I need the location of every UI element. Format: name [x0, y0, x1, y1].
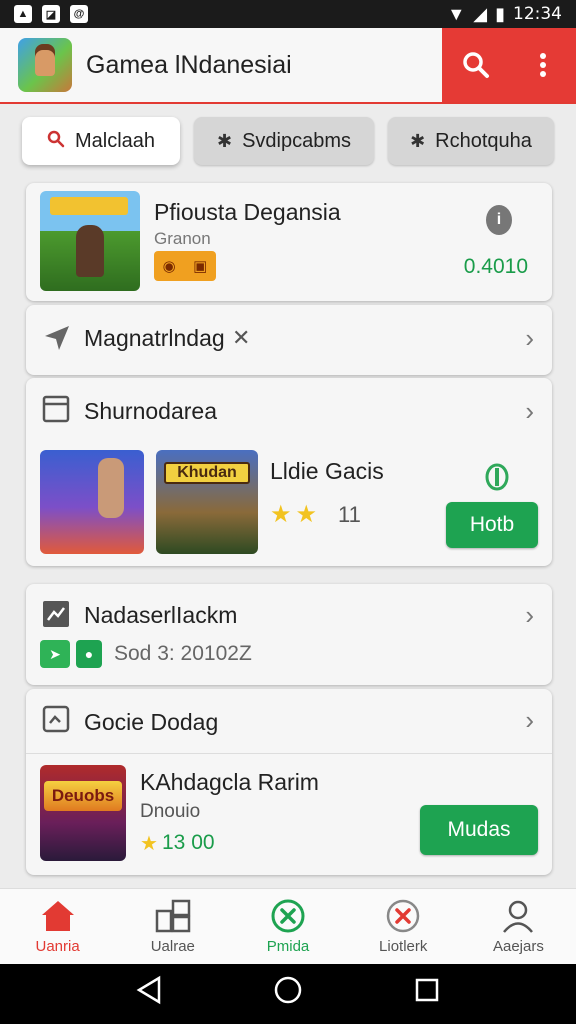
- nav-item-apps[interactable]: Ualrae: [115, 889, 230, 964]
- nav-label: Aaejars: [492, 938, 544, 955]
- thumbnail-title: Deuobs: [44, 781, 122, 811]
- clock: 12:34: [513, 4, 562, 24]
- calendar-icon: [42, 394, 70, 431]
- gear-icon: ✱: [216, 130, 233, 151]
- recents-icon[interactable]: [407, 977, 447, 1011]
- nav-label: Liotlerk: [379, 938, 428, 955]
- nav-item-games[interactable]: Pmida: [230, 889, 345, 964]
- featured-game-card[interactable]: Pfiousta Degansia Granon ◉ ▣ i 0.4010: [26, 183, 552, 301]
- thumbnail-title: Khudan: [164, 462, 250, 484]
- chevron-right-icon: ›: [525, 600, 534, 630]
- gamepad-icon: [484, 462, 510, 499]
- app-logo: [18, 38, 72, 92]
- nav-item-profile[interactable]: Aaejars: [461, 889, 576, 964]
- bottom-navigation: Uanria Ualrae Pmida Liotlerk Aaejars: [0, 888, 576, 964]
- search-icon[interactable]: [456, 45, 496, 85]
- more-options-icon[interactable]: [523, 45, 563, 85]
- record-icon: ●: [76, 640, 102, 668]
- play-button[interactable]: Hotb: [446, 502, 538, 548]
- image-icon: [42, 600, 70, 635]
- game-thumbnail: [40, 191, 140, 291]
- featured-value: 0.4010: [463, 255, 528, 278]
- section-title: Shurnodarea: [84, 398, 217, 424]
- coin-icon: ◉: [162, 258, 176, 275]
- featured-title: Pfiousta Degansia: [154, 199, 341, 225]
- signal-icon: ◢: [473, 3, 488, 24]
- gear-icon: ✱: [410, 130, 426, 151]
- nav-label: Ualrae: [150, 938, 195, 955]
- game-subtitle: Dnouio: [140, 801, 201, 822]
- close-circle-icon: [270, 898, 306, 934]
- system-status: ▼ ◢ ▮ 12:34: [447, 4, 562, 25]
- chevron-right-icon[interactable]: ›: [525, 396, 534, 427]
- game-title: Lldie Gacis: [270, 458, 384, 484]
- chip-label: Svdipcabms: [242, 129, 352, 152]
- row-news[interactable]: NadaserlIackm › ➤ ● Sod 3: 20102Z: [26, 584, 552, 685]
- rating-stars: ★★: [270, 501, 322, 528]
- badge-group: ◉ ▣: [154, 251, 216, 281]
- battery-icon: ▮: [495, 3, 505, 24]
- chevron-right-icon[interactable]: ›: [525, 705, 534, 736]
- nav-label: Uanria: [35, 938, 80, 955]
- section-title: Gocie Dodag: [84, 709, 219, 735]
- game-title: KAhdagcla Rarim: [140, 769, 319, 795]
- chip-filter[interactable]: ✱ Svdipcabms: [194, 117, 374, 165]
- nav-item-library[interactable]: Liotlerk: [346, 889, 461, 964]
- app-bar-actions: [442, 28, 576, 102]
- row-navigation[interactable]: Magnatrlndag ✕ ›: [26, 305, 552, 375]
- featured-subtitle: Granon: [154, 229, 211, 248]
- bag-icon: ▣: [193, 258, 208, 275]
- chevron-right-icon: ›: [525, 323, 534, 353]
- close-circle-icon: [385, 898, 421, 934]
- apps-icon: [155, 898, 191, 934]
- notification-icon: @: [70, 5, 88, 23]
- rating-value: 13 00: [162, 831, 215, 854]
- row-title: NadaserlIackm: [84, 602, 238, 628]
- install-button[interactable]: Mudas: [420, 805, 538, 855]
- divider: [26, 753, 552, 754]
- section-google: Gocie Dodag › Deuobs KAhdagcla Rarim Dno…: [26, 689, 552, 875]
- search-icon: [47, 130, 65, 153]
- close-icon[interactable]: ✕: [232, 325, 250, 351]
- filter-chips: Malclaah ✱ Svdipcabms ✱ Rchotquha: [22, 117, 554, 165]
- wifi-icon: ▼: [447, 3, 466, 24]
- status-bar: ▲ ◪ @ ▼ ◢ ▮ 12:34: [0, 0, 576, 28]
- row-value: Sod 3: 20102Z: [114, 642, 252, 665]
- nav-label: Pmida: [266, 938, 310, 955]
- notification-icon: ▲: [14, 5, 32, 23]
- photo-icon: [42, 705, 70, 740]
- game-thumbnail[interactable]: Khudan: [156, 450, 258, 554]
- section-games: Shurnodarea › Khudan Lldie Gacis ★★ 11 H…: [26, 378, 552, 566]
- chip-label: Rchotquha: [435, 129, 532, 152]
- notification-icon: ◪: [42, 5, 60, 23]
- home-icon: [40, 898, 76, 934]
- nav-item-home[interactable]: Uanria: [0, 889, 115, 964]
- game-thumbnail[interactable]: Deuobs: [40, 765, 126, 861]
- star-icon: ★: [140, 833, 158, 855]
- system-navigation-bar: [0, 964, 576, 1024]
- row-label: Magnatrlndag: [84, 325, 225, 351]
- back-icon[interactable]: [129, 975, 169, 1013]
- info-icon[interactable]: i: [486, 205, 512, 235]
- chip-search[interactable]: Malclaah: [22, 117, 180, 165]
- rating-value: 11: [338, 502, 361, 527]
- navigation-arrow-icon: [42, 323, 72, 360]
- chip-label: Malclaah: [74, 129, 156, 152]
- person-icon: [500, 898, 536, 934]
- home-button-icon[interactable]: [268, 975, 308, 1013]
- app-bar: Gamea lNdanesiai: [0, 28, 576, 104]
- send-icon: ➤: [40, 640, 70, 668]
- notification-icons: ▲ ◪ @: [14, 5, 88, 23]
- game-thumbnail[interactable]: [40, 450, 144, 554]
- app-title: Gamea lNdanesiai: [86, 50, 292, 79]
- chip-category[interactable]: ✱ Rchotquha: [388, 117, 554, 165]
